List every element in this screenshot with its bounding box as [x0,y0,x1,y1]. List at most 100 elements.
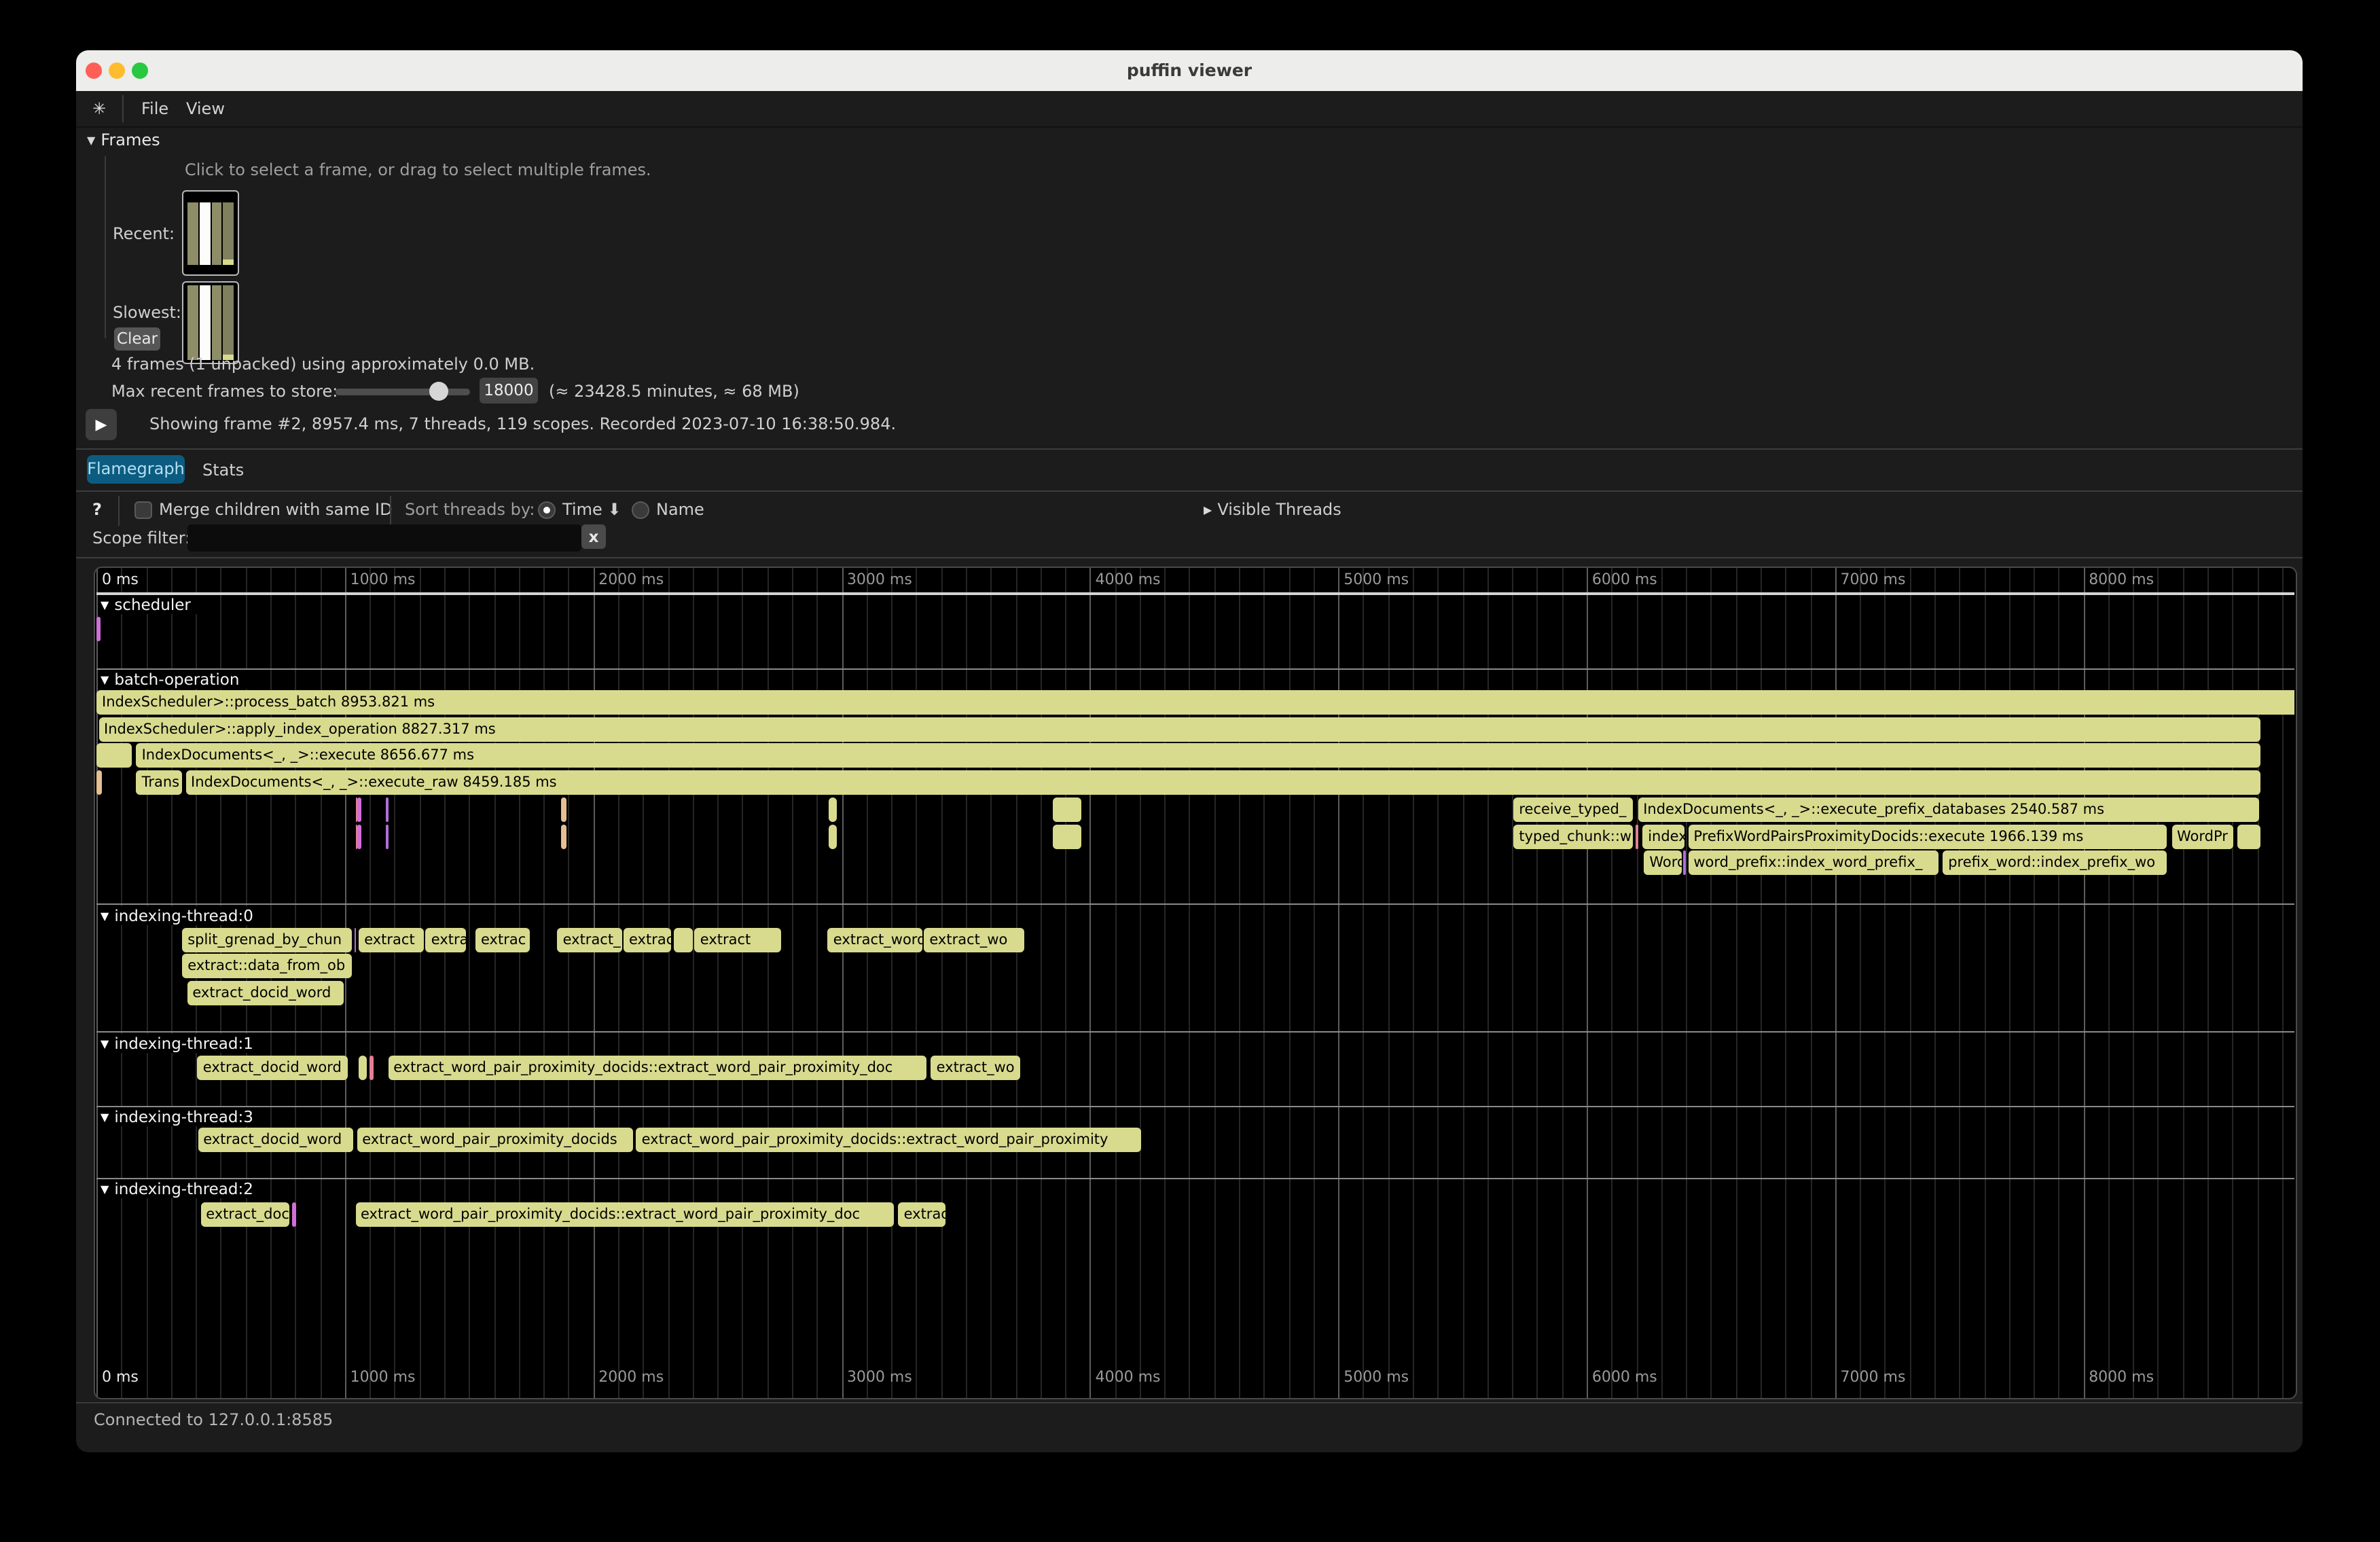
flame-bar[interactable] [673,928,693,952]
merge-children-checkbox[interactable] [134,501,152,519]
collapse-triangle-icon: ▼ [101,910,109,922]
flame-bar[interactable] [359,1056,367,1080]
flame-bar[interactable]: extra [426,928,467,952]
flame-bar[interactable]: Trans [137,770,182,795]
thread-header-indexing-thread-0[interactable]: ▼indexing-thread:0 [101,906,262,925]
play-button[interactable]: ▶ [86,409,117,440]
flame-bar[interactable] [96,743,132,768]
thread-header-batch-operation[interactable]: ▼batch-operation [101,670,247,689]
thread-header-scheduler[interactable]: ▼scheduler [101,595,199,614]
frame-stripe [223,202,234,265]
sort-time-radio[interactable] [538,501,556,519]
clear-filter-button[interactable]: x [581,524,606,549]
flame-bar[interactable]: extract_word [828,928,922,952]
sort-time-label[interactable]: Time ⬇ [562,500,621,519]
axis-tick-label: 4000 ms [1096,571,1161,588]
flame-bar[interactable]: prefix_word::index_prefix_wo [1943,850,2167,875]
visible-threads-toggle[interactable]: ▶Visible Threads [1204,500,1341,519]
flame-bar[interactable]: extract_docid_word [187,981,343,1005]
flame-bar[interactable]: IndexDocuments<_, _>::execute_raw 8459.1… [185,770,2260,795]
flame-bar[interactable] [386,825,388,849]
flame-bar[interactable]: extract_docid_word [198,1128,353,1152]
flame-bar[interactable] [1635,825,1638,849]
flame-bar[interactable]: extract_word_pair_proximity_docids::extr… [636,1128,1141,1152]
thread-header-indexing-thread-2[interactable]: ▼indexing-thread:2 [101,1179,262,1198]
theme-toggle-icon[interactable]: ✳ [92,91,106,126]
menu-file[interactable]: File [141,91,168,126]
slowest-frames-thumbnail[interactable] [182,281,239,364]
flame-bar[interactable]: IndexDocuments<_, _>::execute 8656.677 m… [137,743,2260,768]
flame-bar[interactable]: PrefixWordPairsProximityDocids::execute … [1688,825,2167,849]
tab-flamegraph[interactable]: Flamegraph [87,455,185,484]
flame-bar[interactable] [369,1056,374,1080]
flame-bar[interactable]: extract_wo [931,1056,1021,1080]
flame-bar[interactable]: typed_chunk::w [1513,825,1632,849]
flame-bar[interactable] [354,928,356,952]
flame-bar[interactable] [829,797,837,822]
flame-bar[interactable]: extract::data_from_ob [182,954,352,978]
sort-name-radio[interactable] [632,501,649,519]
flame-bar[interactable]: receive_typed_ [1513,797,1632,822]
flame-bar[interactable] [357,825,361,849]
axis-tick-label: 2000 ms [598,1368,664,1386]
flame-bar[interactable]: extract_doc [200,1202,289,1227]
scope-filter-input[interactable] [187,524,581,552]
flamegraph-canvas[interactable]: 0 ms0 ms1000 ms1000 ms2000 ms2000 ms3000… [94,567,2297,1399]
flame-bar[interactable] [561,825,566,849]
flame-bar[interactable] [97,770,101,795]
flame-bar[interactable] [386,797,388,822]
flame-bar[interactable]: extract_wo [924,928,1024,952]
frame-stripe [187,285,198,360]
flame-bar[interactable]: extract_docid_word [198,1056,348,1080]
flamegraph-plot-area[interactable]: 0 ms0 ms1000 ms1000 ms2000 ms2000 ms3000… [96,568,2294,1398]
flame-bar[interactable]: IndexDocuments<_, _>::execute_prefix_dat… [1638,797,2259,822]
sort-name-label[interactable]: Name [656,500,704,519]
flame-bar[interactable]: extrac [899,1202,946,1227]
title-bar[interactable]: puffin viewer [76,50,2303,91]
axis-tick-label: 8000 ms [2089,571,2154,588]
thread-header-indexing-thread-3[interactable]: ▼indexing-thread:3 [101,1107,262,1126]
slider-knob[interactable] [429,382,448,401]
flame-bar[interactable] [1053,797,1082,822]
help-button[interactable]: ? [92,500,102,519]
frames-hint: Click to select a frame, or drag to sele… [185,160,651,179]
max-frames-value[interactable]: 18000 [480,378,538,404]
flame-bar[interactable]: extract [695,928,781,952]
thread-header-indexing-thread-1[interactable]: ▼indexing-thread:1 [101,1034,262,1053]
flame-bar[interactable] [1053,825,1082,849]
flame-bar[interactable]: IndexScheduler>::process_batch 8953.821 … [96,690,2294,715]
max-frames-label: Max recent frames to store: [111,382,338,401]
axis-tick-label: 3000 ms [847,1368,912,1386]
flame-bar[interactable]: Word [1644,850,1681,875]
frames-section-header[interactable]: ▼Frames [87,130,160,149]
flame-bar[interactable]: extract_ [624,928,672,952]
flame-bar[interactable]: extrac [475,928,530,952]
flame-bar[interactable] [357,797,361,822]
flame-bar[interactable] [1684,850,1686,875]
flame-bar[interactable] [829,825,837,849]
flame-bar[interactable]: WordPr [2171,825,2233,849]
flame-bar[interactable]: extract [359,928,424,952]
flame-bar[interactable] [2237,825,2260,849]
flame-bar[interactable]: index [1642,825,1684,849]
flame-bar[interactable]: extract_word_pair_proximity_docids [357,1128,632,1152]
separator [76,557,2303,558]
flame-bar[interactable] [292,1202,295,1227]
flame-bar[interactable]: IndexScheduler>::apply_index_operation 8… [98,717,2260,742]
flame-bar[interactable] [561,797,566,822]
max-frames-slider[interactable] [336,389,470,395]
flame-bar[interactable]: extract_word_pair_proximity_docids::extr… [355,1202,894,1227]
flame-bar[interactable]: word_prefix::index_word_prefix_ [1688,850,1938,875]
tab-stats[interactable]: Stats [202,461,244,480]
flame-bar[interactable] [96,617,101,641]
menu-view[interactable]: View [186,91,225,126]
merge-children-label[interactable]: Merge children with same ID [159,500,393,519]
flame-bar[interactable]: split_grenad_by_chun [182,928,352,952]
axis-separator-line [96,592,2294,594]
flame-bar[interactable]: extract_ [558,928,622,952]
recent-frames-thumbnail[interactable] [182,190,239,276]
axis-tick-label: 1000 ms [350,1368,416,1386]
axis-tick-label: 7000 ms [1841,571,1906,588]
clear-button[interactable]: Clear [114,327,160,351]
flame-bar[interactable]: extract_word_pair_proximity_docids::extr… [388,1056,926,1080]
